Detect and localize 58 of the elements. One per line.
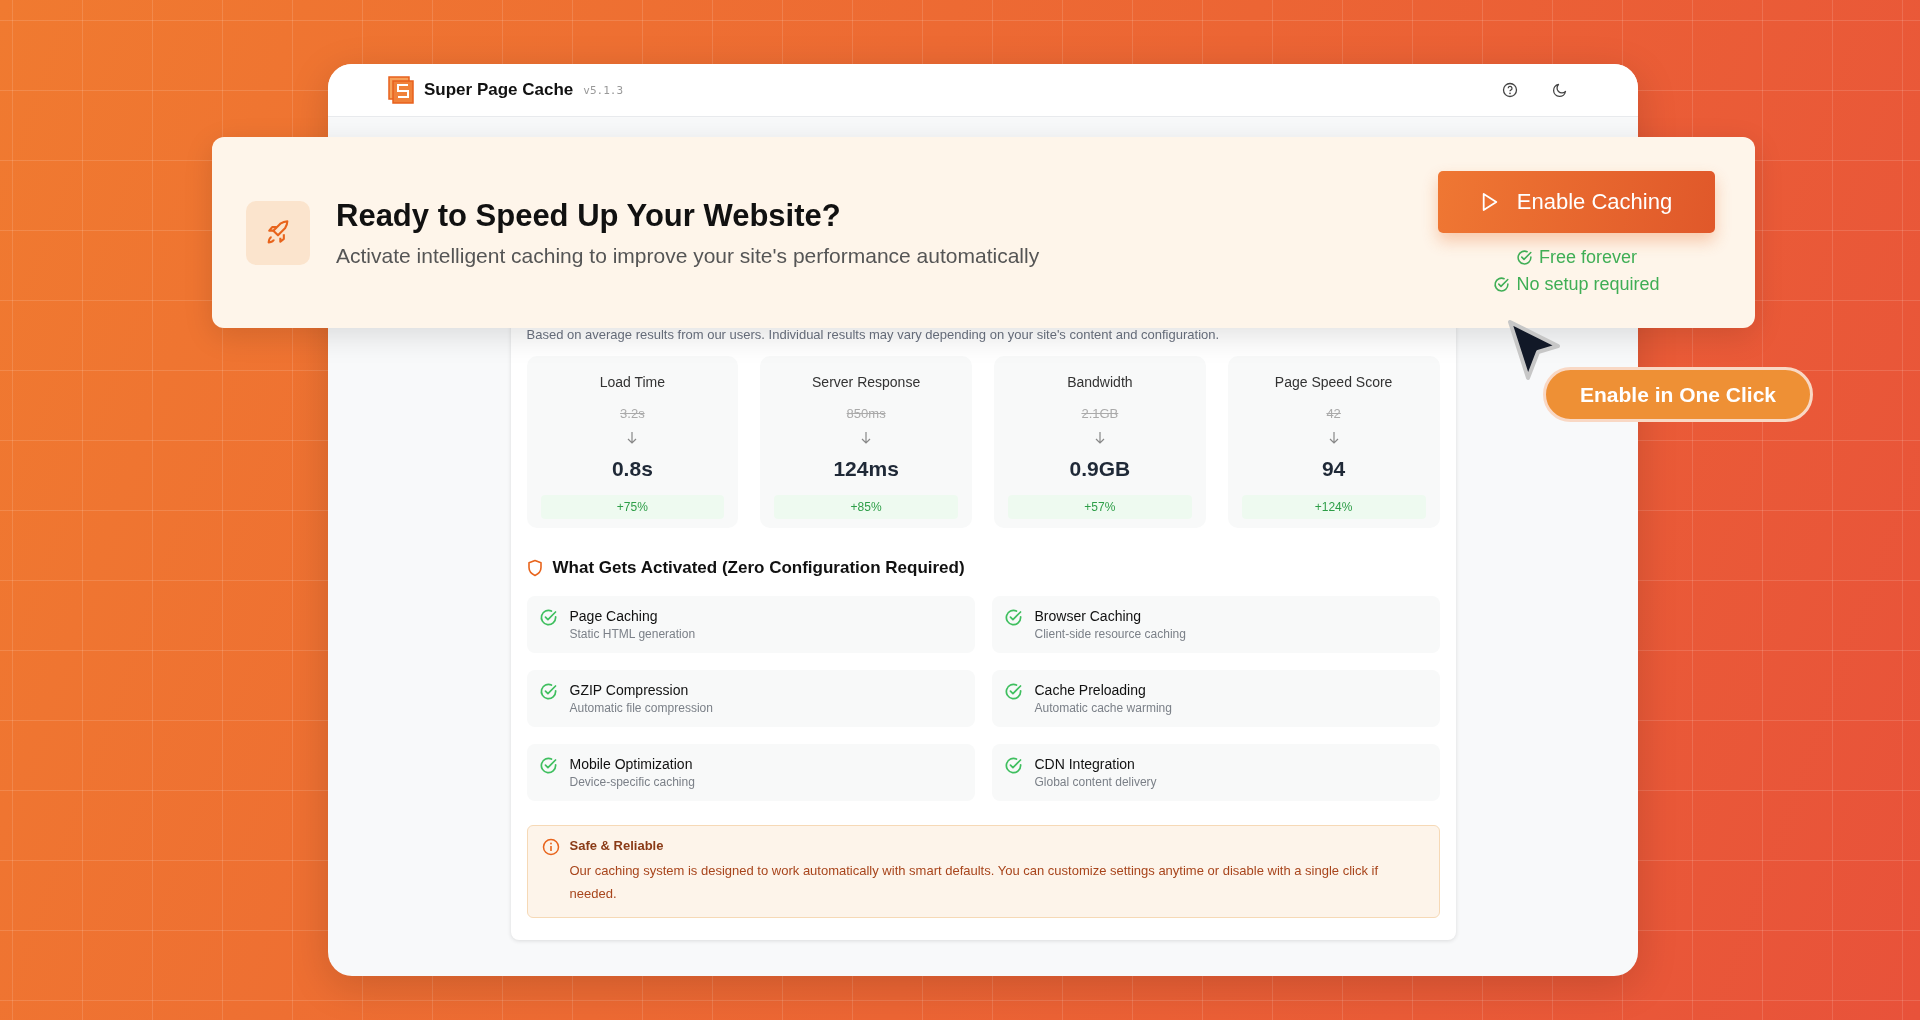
feature-description: Automatic cache warming xyxy=(1034,701,1172,715)
banner-subtitle: Activate intelligent caching to improve your site's performance automatically xyxy=(336,243,1041,268)
perk-label: No setup required xyxy=(1516,273,1660,295)
arrow-down-icon xyxy=(1327,431,1340,445)
feature-title: GZIP Compression xyxy=(569,682,690,698)
feature-description: Device-specific caching xyxy=(569,775,695,789)
old-value: 42 xyxy=(1326,406,1341,421)
arrow-down-icon xyxy=(860,431,873,445)
old-value: 3.2s xyxy=(620,406,645,421)
notice-text: Our caching system is designed to work automatically with smart defaults. You can customize settings anytime or disable with a single click if needed. xyxy=(569,862,1380,903)
check-circle-icon xyxy=(1493,275,1511,293)
arrow-down-icon xyxy=(626,431,639,445)
stat-label: Load Time xyxy=(599,374,666,390)
improvement-badge: +85% xyxy=(774,495,958,519)
new-value: 0.8s xyxy=(611,457,653,481)
feature-title: CDN Integration xyxy=(1034,756,1136,772)
feature-title: Page Caching xyxy=(569,608,659,624)
stat-label: Page Speed Score xyxy=(1274,374,1393,390)
notice-title: Safe & Reliable xyxy=(569,838,665,853)
feature-description: Automatic file compression xyxy=(569,701,713,715)
improvement-badge: +57% xyxy=(1008,495,1192,519)
stat-label: Server Response xyxy=(812,374,921,390)
old-value: 2.1GB xyxy=(1081,406,1119,421)
check-circle-icon xyxy=(538,682,558,701)
feature-title: Browser Caching xyxy=(1034,608,1143,624)
section-title: What Gets Activated (Zero Configuration Required) xyxy=(552,558,965,578)
logo-icon xyxy=(388,76,414,104)
new-value: 94 xyxy=(1321,457,1346,481)
moon-icon[interactable] xyxy=(1552,82,1568,98)
play-icon xyxy=(1480,191,1499,212)
arrow-down-icon xyxy=(1093,431,1106,445)
perk-label: Free forever xyxy=(1538,246,1637,268)
feature-description: Client-side resource caching xyxy=(1034,627,1186,641)
improvement-badge: +75% xyxy=(540,495,725,519)
old-value: 850ms xyxy=(846,406,886,421)
banner-title: Ready to Speed Up Your Website? xyxy=(336,197,842,234)
check-circle-icon xyxy=(538,608,558,627)
check-circle-icon xyxy=(1515,248,1533,266)
shield-icon xyxy=(526,559,543,577)
feature-title: Cache Preloading xyxy=(1034,682,1147,698)
version-label: v5.1.3 xyxy=(583,83,624,97)
check-circle-icon xyxy=(1003,756,1023,775)
improvement-badge: +124% xyxy=(1241,495,1426,519)
enable-caching-button[interactable]: Enable Caching xyxy=(1438,170,1715,233)
disclaimer-text: Based on average results from our users. Individual results may vary depending on your site's content and configuration. xyxy=(526,327,1221,342)
stat-label: Bandwidth xyxy=(1067,374,1133,390)
new-value: 124ms xyxy=(833,457,899,481)
feature-description: Global content delivery xyxy=(1034,775,1157,789)
help-icon[interactable] xyxy=(1502,82,1518,98)
feature-description: Static HTML generation xyxy=(569,627,696,641)
check-circle-icon xyxy=(1003,608,1023,627)
new-value: 0.9GB xyxy=(1069,457,1131,481)
app-name: Super Page Cache xyxy=(424,80,574,100)
feature-title: Mobile Optimization xyxy=(569,756,694,772)
check-circle-icon xyxy=(538,756,558,775)
info-icon xyxy=(541,838,560,856)
callout-badge: Enable in One Click xyxy=(1543,367,1813,422)
check-circle-icon xyxy=(1003,682,1023,701)
